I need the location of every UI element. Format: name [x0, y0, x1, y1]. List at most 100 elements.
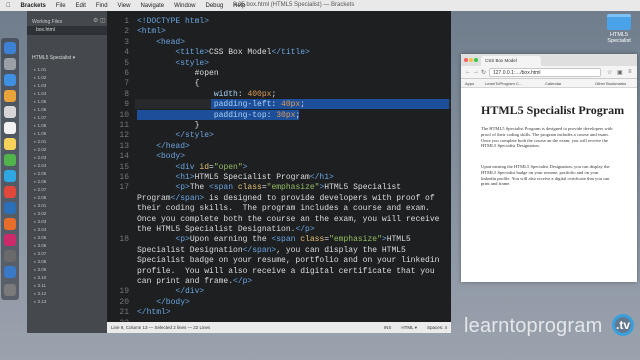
file-tree-item[interactable]: 1.04	[27, 90, 107, 98]
close-icon[interactable]	[464, 58, 468, 62]
brackets-icon[interactable]	[4, 170, 16, 182]
code-editor[interactable]: 12345678910111213141516171819202122 <!DO…	[107, 11, 451, 328]
file-tree-item[interactable]: 2.06	[27, 178, 107, 186]
working-file-item[interactable]: box.html	[27, 26, 107, 35]
app-menu[interactable]: Brackets	[21, 3, 46, 9]
address-bar[interactable]: 127.0.0.1:…/box.html	[489, 68, 601, 77]
trash-icon[interactable]	[4, 284, 16, 296]
file-tree-item[interactable]: 1.07	[27, 114, 107, 122]
bookmark-other[interactable]: Other Bookmarks	[595, 81, 626, 86]
project-dropdown[interactable]: HTML5 Specialist ▾	[32, 55, 75, 61]
file-tree-item[interactable]: 3.07	[27, 250, 107, 258]
code-line[interactable]: padding-top: 30px;	[137, 111, 300, 120]
menu-navigate[interactable]: Navigate	[140, 3, 164, 9]
file-tree-item[interactable]: 2.08	[27, 194, 107, 202]
menu-edit[interactable]: Edit	[76, 3, 86, 9]
code-line[interactable]: }	[137, 121, 200, 130]
code-line[interactable]: </body>	[137, 298, 190, 307]
bookmark-learntoprogram[interactable]: LearnToProgram C…	[485, 81, 523, 86]
code-line[interactable]: padding-left: 40px;	[137, 100, 305, 109]
file-tree-item[interactable]: 3.13	[27, 298, 107, 306]
code-line[interactable]: <html>	[137, 27, 166, 36]
code-line[interactable]: {	[137, 79, 200, 88]
file-tree-item[interactable]: 1.02	[27, 74, 107, 82]
app-icon[interactable]	[4, 250, 16, 262]
messages-icon[interactable]	[4, 154, 16, 166]
code-line[interactable]: Specialist badge on your resume, portfol…	[137, 256, 439, 265]
indesign-icon[interactable]	[4, 234, 16, 246]
file-tree-item[interactable]: 3.05	[27, 234, 107, 242]
file-tree-item[interactable]: 2.03	[27, 154, 107, 162]
code-line[interactable]: Program</span> is designed to provide de…	[137, 194, 435, 203]
file-tree-item[interactable]: 3.01	[27, 202, 107, 210]
code-line[interactable]: <div id="open">	[137, 163, 247, 172]
menu-window[interactable]: Window	[174, 3, 195, 9]
file-tree-item[interactable]: 1.09	[27, 130, 107, 138]
code-line[interactable]: the HTML5 Specialist Designation.</p>	[137, 225, 315, 234]
code-line[interactable]: #open	[137, 69, 219, 78]
bookmark-calendar[interactable]: Calendar	[545, 81, 561, 86]
code-line[interactable]: <!DOCTYPE html>	[137, 17, 209, 26]
code-line[interactable]: <p>The <span class="emphasize">HTML5 Spe…	[137, 183, 401, 192]
desktop-folder[interactable]: HTML5 Specialist	[601, 14, 637, 44]
file-tree-item[interactable]: 3.06	[27, 242, 107, 250]
language-select[interactable]: HTML ▾	[401, 325, 417, 331]
safari-icon[interactable]	[4, 74, 16, 86]
split-view-icon[interactable]: ◫	[100, 17, 106, 24]
launchpad-icon[interactable]	[4, 58, 16, 70]
photoshop-icon[interactable]	[4, 202, 16, 214]
menu-debug[interactable]: Debug	[205, 3, 223, 9]
insert-mode-toggle[interactable]: INS	[384, 325, 392, 331]
browser-tab[interactable]: CSS Box Model	[481, 56, 541, 66]
forward-icon[interactable]: →	[473, 69, 479, 75]
indent-setting[interactable]: Spaces: 4	[427, 325, 447, 331]
code-line[interactable]: width: 400px;	[137, 90, 276, 99]
code-line[interactable]: <h1>HTML5 Specialist Program</h1>	[137, 173, 333, 182]
chrome-icon[interactable]	[4, 186, 16, 198]
menu-icon[interactable]: ≡	[628, 69, 632, 75]
contacts-icon[interactable]	[4, 106, 16, 118]
notes-icon[interactable]	[4, 138, 16, 150]
extension-icon[interactable]: ▣	[617, 69, 623, 76]
code-line[interactable]: Specialist Designation</span>, you can d…	[137, 246, 406, 255]
code-line[interactable]: <p>Upon earning the <span class="emphasi…	[137, 235, 410, 244]
file-tree-item[interactable]: 1.08	[27, 122, 107, 130]
maximize-icon[interactable]	[474, 58, 478, 62]
file-tree-item[interactable]: 2.02	[27, 146, 107, 154]
menu-file[interactable]: File	[56, 3, 66, 9]
code-line[interactable]: </head>	[137, 142, 190, 151]
file-tree-item[interactable]: 3.08	[27, 258, 107, 266]
file-tree-item[interactable]: 3.10	[27, 274, 107, 282]
system-preferences-icon[interactable]	[4, 266, 16, 278]
file-tree-item[interactable]: 1.06	[27, 106, 107, 114]
file-tree-item[interactable]: 3.02	[27, 210, 107, 218]
star-icon[interactable]: ☆	[607, 69, 612, 76]
code-line[interactable]: <head>	[137, 38, 185, 47]
file-tree-item[interactable]: 2.01	[27, 138, 107, 146]
apple-icon[interactable]: 	[6, 3, 11, 9]
illustrator-icon[interactable]	[4, 218, 16, 230]
bookmark-apps[interactable]: Apps	[465, 81, 474, 86]
menu-find[interactable]: Find	[96, 3, 108, 9]
gear-icon[interactable]: ⚙	[93, 17, 98, 24]
mail-icon[interactable]	[4, 90, 16, 102]
file-tree-item[interactable]: 3.12	[27, 290, 107, 298]
file-tree-item[interactable]: 2.05	[27, 170, 107, 178]
file-tree-item[interactable]: 2.07	[27, 186, 107, 194]
back-icon[interactable]: ←	[465, 69, 471, 75]
code-line[interactable]: <title>CSS Box Model</title>	[137, 48, 309, 57]
code-line[interactable]: <style>	[137, 59, 209, 68]
code-line[interactable]: their coding skills. The program include…	[137, 204, 430, 213]
code-line[interactable]: Once you complete both the course an the…	[137, 215, 439, 224]
file-tree-item[interactable]: 1.03	[27, 82, 107, 90]
file-tree-item[interactable]: 1.05	[27, 98, 107, 106]
file-tree-item[interactable]: 3.04	[27, 226, 107, 234]
file-tree-item[interactable]: 3.11	[27, 282, 107, 290]
code-line[interactable]: <body>	[137, 152, 185, 161]
menu-view[interactable]: View	[118, 3, 131, 9]
code-line[interactable]: profile. You will also receive a digital…	[137, 267, 435, 276]
code-line[interactable]: </html>	[137, 308, 171, 317]
minimize-icon[interactable]	[469, 58, 473, 62]
calendar-icon[interactable]	[4, 122, 16, 134]
file-tree-item[interactable]: 1.01	[27, 66, 107, 74]
